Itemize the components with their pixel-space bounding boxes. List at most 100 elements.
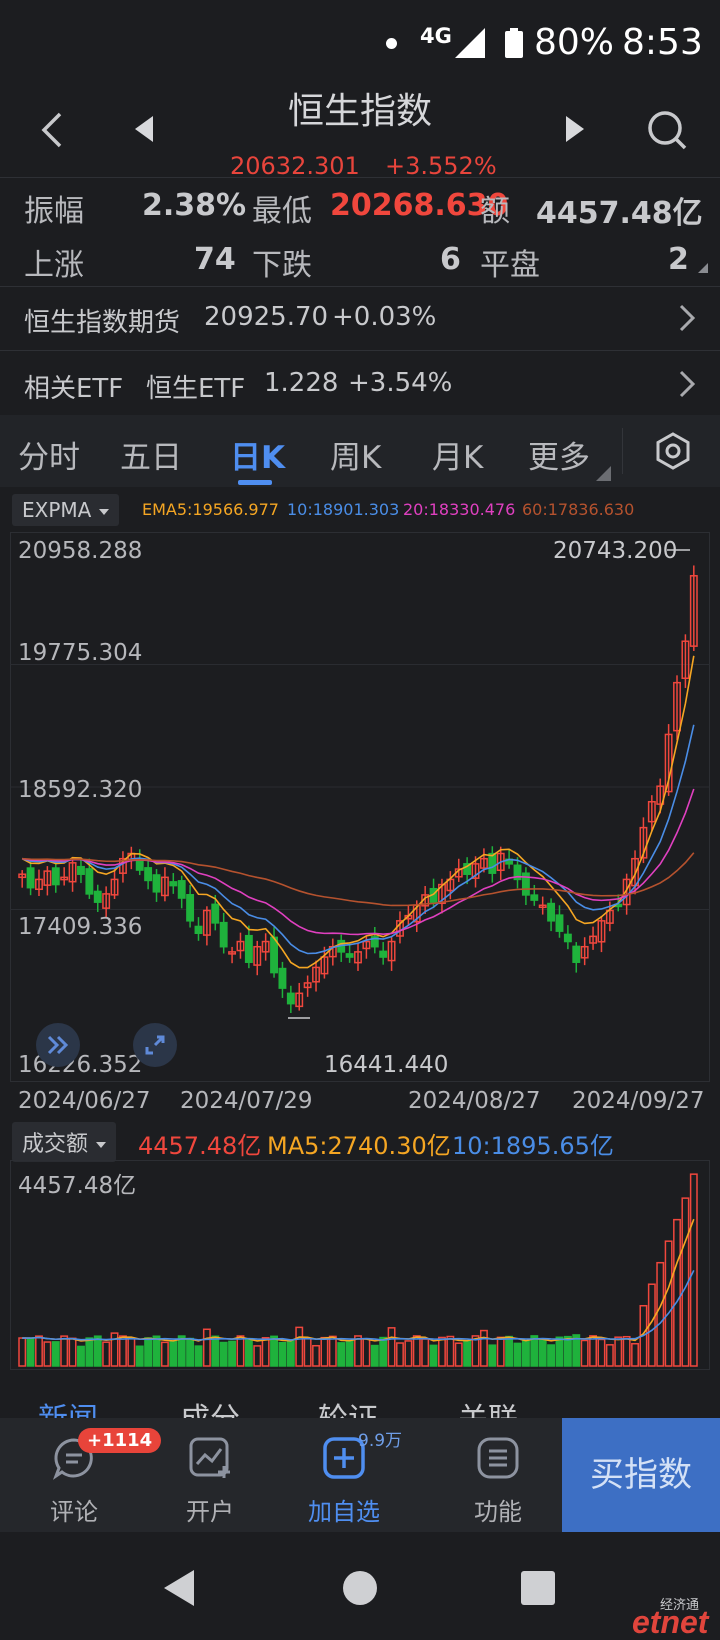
expand-corner-icon[interactable] [698,263,708,273]
search-icon[interactable] [645,108,689,152]
volume-bar [18,1337,27,1367]
fullscreen-button[interactable] [133,1023,177,1067]
price-axis-label: 17409.336 [18,914,143,940]
candle-body [555,914,564,932]
volume-bar [77,1345,85,1367]
chevron-right-icon[interactable] [678,304,696,332]
price-axis-label: 20958.288 [18,538,143,564]
etf-price: 1.228 [264,368,339,398]
candle-body [572,945,581,963]
date-label: 2024/09/27 [572,1088,705,1114]
volume-bar [496,1336,505,1367]
candle-body [379,950,388,958]
candle-body [563,933,572,943]
volume-bar [253,1345,262,1367]
divider [622,428,623,474]
volume-bar [513,1342,522,1367]
functions-label: 功能 [474,1498,522,1526]
candle-body [194,925,203,934]
candle-body [286,992,295,1005]
price-axis-label: 19775.304 [18,640,143,666]
buy-index-button[interactable]: 买指数 [562,1418,720,1532]
volume-bar [228,1340,237,1367]
open-account-button[interactable]: 开户 [150,1432,270,1526]
nav-home-icon[interactable] [342,1570,378,1606]
volume-bar [261,1337,270,1367]
tab-intraday[interactable]: 分时 [18,432,80,477]
volume-current: 4457.48亿 [138,1132,262,1160]
candle-body [530,894,539,901]
volume-bar [68,1337,77,1367]
volume-bar [345,1340,354,1367]
ema60-legend: 60:17836.630 [522,500,635,519]
candle-body [177,880,186,899]
low-annotation: 16441.440 [324,1052,449,1078]
volume-bar [85,1337,94,1367]
price-axis-label: 18592.320 [18,777,143,803]
next-stock-icon[interactable] [564,116,586,142]
futures-price: 20925.70 [204,302,329,332]
divider [0,177,720,178]
volume-bar [370,1344,379,1367]
volume-bar [446,1335,455,1367]
volume-bar [295,1326,304,1367]
date-label: 2024/06/27 [18,1088,151,1114]
volume-bar [320,1336,329,1367]
tab-daily-k[interactable]: 日K [230,432,285,477]
volume-bar [597,1338,606,1367]
clock: 8:53 [622,22,703,63]
volume-bar [429,1344,438,1367]
comment-count-badge: +1114 [78,1428,162,1453]
unchanged-label: 平盘 [480,248,540,283]
volume-ma-line-5 [22,1218,695,1342]
turnover-value: 4457.48亿 [536,196,703,231]
volume-bar [219,1341,228,1367]
nav-back-icon[interactable] [160,1568,198,1608]
indicator-select[interactable]: EXPMA [12,494,120,526]
more-dropdown-icon [596,466,611,481]
volume-bar [689,1173,698,1367]
advance-label: 上涨 [24,248,84,283]
volume-bar [664,1240,673,1367]
volume-bar [127,1337,136,1367]
volume-bar [144,1337,153,1367]
volume-indicator-select[interactable]: 成交额 [12,1122,117,1162]
tab-monthly-k[interactable]: 月K [432,432,483,477]
date-label: 2024/08/27 [408,1088,541,1114]
volume-bar [135,1345,144,1367]
candle-body [186,894,195,922]
volume-bar [337,1342,346,1367]
amplitude-value: 2.38% [142,188,247,223]
candle-body [144,867,153,882]
volume-bar [362,1338,371,1367]
volume-bar [286,1340,295,1367]
volume-bar [152,1335,161,1367]
chart-plus-icon [189,1437,230,1478]
volume-bar [412,1335,421,1367]
functions-button[interactable]: 功能 [438,1432,558,1526]
volume-bar [404,1340,413,1367]
candlestick-chart[interactable] [10,532,710,1082]
nav-recents-icon[interactable] [520,1570,556,1606]
volume-bar [589,1335,598,1367]
settings-gear-icon[interactable] [654,432,692,470]
tab-more[interactable]: 更多 [528,432,590,477]
volume-bar [211,1335,220,1367]
double-chevron-right-icon [47,1035,69,1055]
etf-change: +3.54% [348,368,453,398]
volume-bar [530,1335,539,1367]
volume-bar [505,1335,514,1367]
volume-bar [656,1261,665,1367]
ema5-legend: EMA5:19566.977 [142,500,279,519]
tab-weekly-k[interactable]: 周K [330,432,381,477]
volume-bar [454,1342,463,1367]
volume-bar [303,1338,312,1367]
turnover-label: 额 [480,194,510,229]
volume-bar [93,1335,102,1367]
volume-bar [379,1336,388,1367]
volume-bar [396,1342,404,1367]
tab-five-day[interactable]: 五日 [120,432,182,477]
chevron-right-icon[interactable] [678,370,696,398]
battery-level: 80% [534,22,615,63]
scroll-forward-button[interactable] [36,1023,80,1067]
